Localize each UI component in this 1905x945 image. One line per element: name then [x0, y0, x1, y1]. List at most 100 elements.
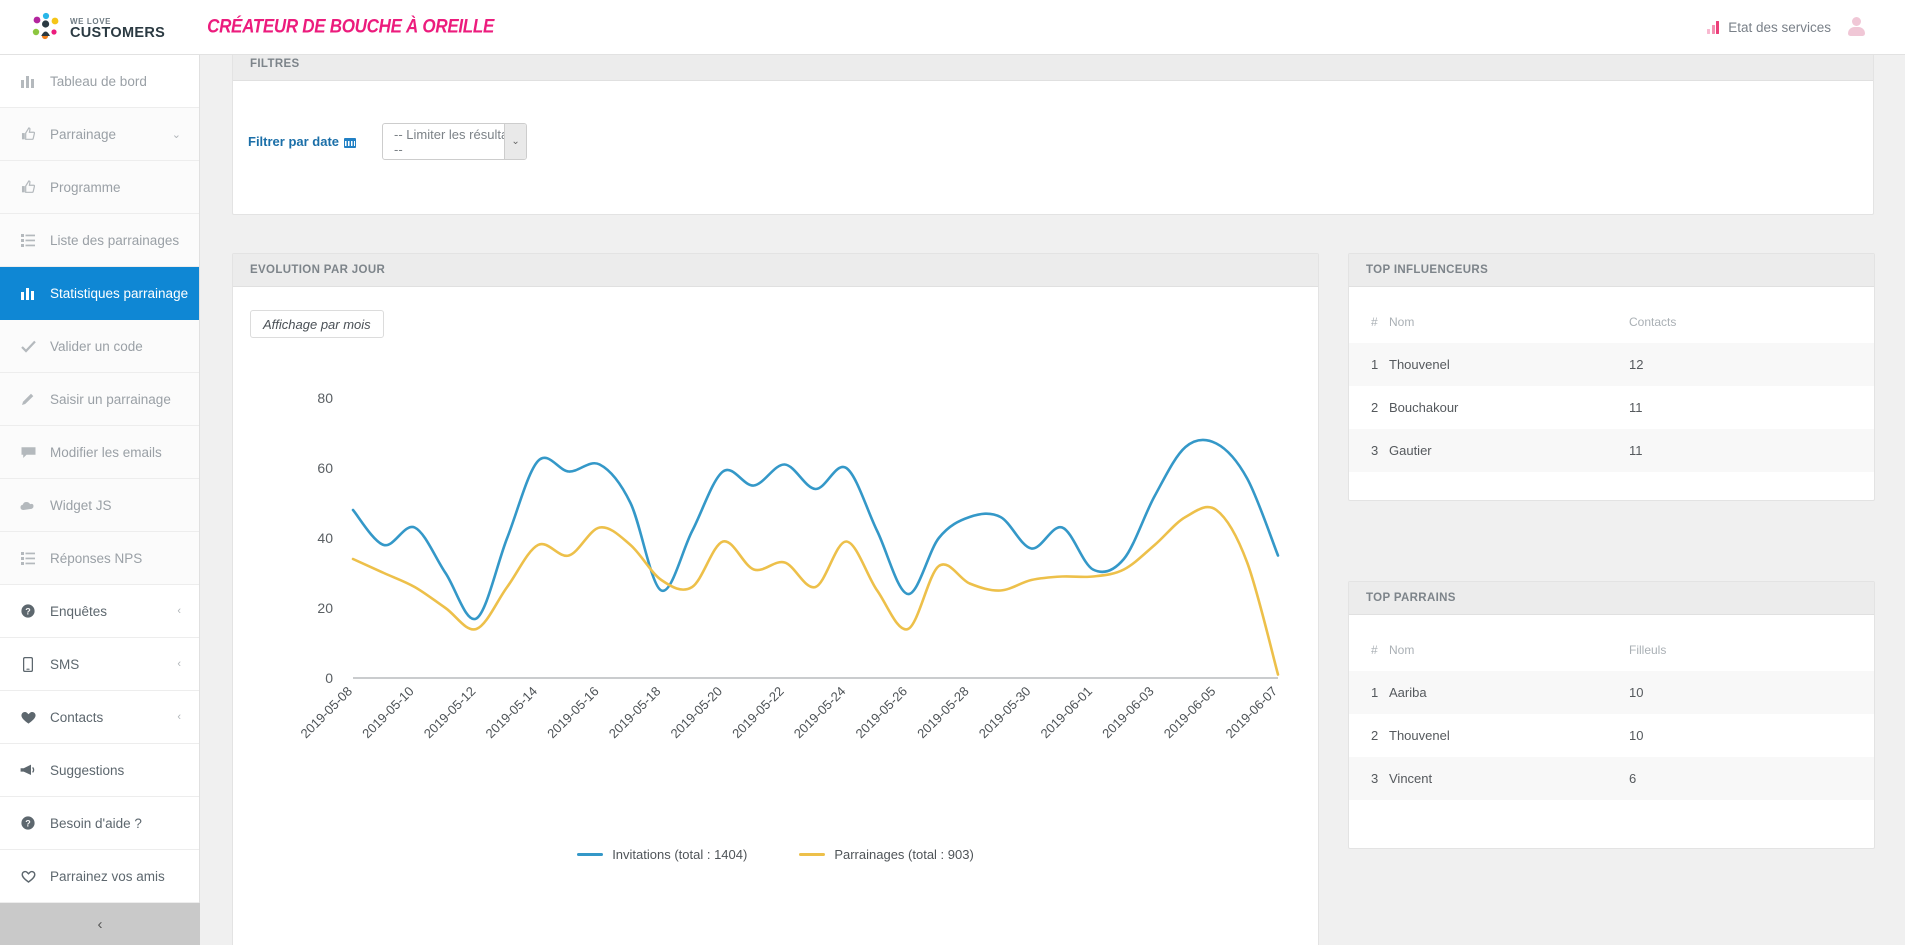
services-status-label: Etat des services [1728, 19, 1831, 35]
list-icon [18, 233, 38, 247]
sidebar-item-programme[interactable]: Programme [0, 161, 199, 214]
filter-date-text: Filtrer par date [248, 134, 340, 149]
filters-panel-title: FILTRES [233, 55, 1873, 81]
svg-text:?: ? [25, 606, 31, 616]
chevron-down-icon[interactable]: ⌄ [504, 124, 527, 159]
sidebar-item-label: Statistiques parrainage [50, 285, 189, 301]
chevron-left-icon[interactable]: ‹ [177, 711, 181, 723]
top-parrains-table: # Nom Filleuls 1 Aariba 10 2 Thouvenel 10 3 Vin… [1349, 633, 1874, 800]
cell-nom: Vincent [1389, 771, 1433, 786]
comment-icon [18, 446, 38, 459]
thumbs-up-icon [18, 180, 38, 194]
cell-value: 10 [1629, 728, 1644, 743]
top-influenceurs-panel: TOP INFLUENCEURS # Nom Contacts 1 Thouven… [1348, 253, 1875, 501]
filters-panel-body: Filtrer par date -- Limiter les résultat… [233, 81, 1873, 160]
sidebar-item-label: Suggestions [50, 762, 125, 778]
toggle-month-view-button[interactable]: Affichage par mois [250, 310, 384, 338]
svg-text:2019-05-08: 2019-05-08 [297, 684, 355, 742]
table-header-row: # Nom Filleuls [1349, 633, 1874, 671]
evolution-chart[interactable]: 0 20 40 60 80 2019-05-08 2019-05-10 2019-05-12 2… [233, 348, 1318, 868]
sidebar-item-parrainage[interactable]: Parrainage ⌄ [0, 108, 199, 161]
sidebar-item-label: Parrainez vos amis [50, 868, 165, 884]
sidebar-item-contacts[interactable]: Contacts ‹ [0, 691, 199, 744]
svg-text:40: 40 [317, 530, 333, 546]
sidebar-item-suggestions[interactable]: Suggestions [0, 744, 199, 797]
top-parrains-title: TOP PARRAINS [1349, 582, 1874, 615]
svg-text:2019-05-22: 2019-05-22 [729, 684, 787, 742]
top-influenceurs-rows: 1 Thouvenel 12 2 Bouchakour 11 3 Gautier 11 [1349, 343, 1874, 472]
heart-icon [18, 711, 38, 724]
table-row[interactable]: 1 Aariba 10 [1349, 671, 1874, 714]
sidebar-item-label: SMS [50, 656, 80, 672]
svg-text:2019-05-20: 2019-05-20 [667, 684, 725, 742]
question-circle-icon: ? [18, 604, 38, 618]
svg-text:2019-05-14: 2019-05-14 [482, 684, 540, 742]
col-name-header: Nom [1389, 643, 1415, 657]
legend-item-invitations[interactable]: Invitations (total : 1404) [577, 847, 747, 862]
brand-logo[interactable]: WE LOVE CUSTOMERS [30, 12, 165, 42]
limit-results-select[interactable]: -- Limiter les résultats -- ⌄ [382, 123, 528, 160]
legend-label-invitations: Invitations (total : 1404) [612, 847, 748, 862]
chevron-left-icon: ‹ [97, 915, 103, 933]
legend-label-parrainages: Parrainages (total : 903) [834, 847, 974, 862]
sidebar-item-label: Programme [50, 179, 121, 195]
col-rank-header: # [1371, 315, 1378, 329]
cell-nom: Aariba [1389, 685, 1427, 700]
sidebar-item-parrainez-vos-amis[interactable]: Parrainez vos amis [0, 850, 199, 903]
svg-text:0: 0 [325, 670, 333, 686]
main-content: FILTRES Filtrer par date -- Limiter les … [200, 55, 1905, 945]
sidebar-item-label: Contacts [50, 709, 104, 725]
user-avatar-icon[interactable] [1845, 16, 1867, 38]
svg-text:2019-06-01: 2019-06-01 [1037, 684, 1095, 742]
sidebar-item-tableau-de-bord[interactable]: Tableau de bord [0, 55, 199, 108]
logo-main-text: CUSTOMERS [70, 25, 166, 42]
sidebar-item-saisir-un-parrainage[interactable]: Saisir un parrainage [0, 373, 199, 426]
heart-outline-icon [18, 870, 38, 883]
svg-text:?: ? [25, 818, 31, 828]
chevron-left-icon[interactable]: ‹ [177, 605, 181, 617]
megaphone-icon [18, 764, 38, 776]
calendar-icon [344, 136, 357, 148]
filter-by-date-label: Filtrer par date [248, 134, 357, 149]
sidebar-item-r-ponses-nps[interactable]: Réponses NPS [0, 532, 199, 585]
cell-rank: 3 [1371, 771, 1379, 786]
table-header-row: # Nom Contacts [1349, 305, 1874, 343]
svg-text:2019-05-30: 2019-05-30 [976, 684, 1034, 742]
sidebar-item-widget-js[interactable]: Widget JS [0, 479, 199, 532]
sidebar-item-label: Besoin d'aide ? [50, 815, 142, 831]
table-row[interactable]: 3 Vincent 6 [1349, 757, 1874, 800]
cell-value: 10 [1629, 685, 1644, 700]
svg-text:2019-05-12: 2019-05-12 [421, 684, 479, 742]
chevron-down-icon[interactable]: ⌄ [172, 128, 181, 141]
sidebar-item-sms[interactable]: SMS ‹ [0, 638, 199, 691]
table-row[interactable]: 2 Bouchakour 11 [1349, 386, 1874, 429]
svg-text:2019-05-24: 2019-05-24 [791, 684, 849, 742]
legend-item-parrainages[interactable]: Parrainages (total : 903) [799, 847, 974, 862]
cell-rank: 1 [1371, 357, 1379, 372]
we-love-customers-logo-icon [30, 12, 64, 42]
table-row[interactable]: 2 Thouvenel 10 [1349, 714, 1874, 757]
chevron-left-icon[interactable]: ‹ [177, 658, 181, 670]
sidebar-item-statistiques-parrainage[interactable]: Statistiques parrainage [0, 267, 199, 320]
mobile-icon [18, 656, 38, 672]
cloud-icon [18, 500, 38, 511]
brand-tagline: CRÉATEUR DE BOUCHE À OREILLE [207, 15, 495, 38]
filters-panel: FILTRES Filtrer par date -- Limiter les … [232, 55, 1874, 215]
svg-text:2019-06-03: 2019-06-03 [1099, 684, 1157, 742]
sidebar-item-liste-des-parrainages[interactable]: Liste des parrainages [0, 214, 199, 267]
table-row[interactable]: 3 Gautier 11 [1349, 429, 1874, 472]
sidebar-item-enqu-tes[interactable]: ? Enquêtes ‹ [0, 585, 199, 638]
svg-text:2019-06-05: 2019-06-05 [1161, 684, 1219, 742]
sidebar-item-besoin-d-aide[interactable]: ? Besoin d'aide ? [0, 797, 199, 850]
sidebar-item-modifier-les-emails[interactable]: Modifier les emails [0, 426, 199, 479]
services-status-link[interactable]: Etat des services [1707, 20, 1831, 35]
sidebar-item-label: Widget JS [50, 497, 112, 513]
cell-rank: 2 [1371, 400, 1379, 415]
sidebar-collapse-button[interactable]: ‹ [0, 903, 200, 945]
svg-text:2019-05-26: 2019-05-26 [852, 684, 910, 742]
table-row[interactable]: 1 Thouvenel 12 [1349, 343, 1874, 386]
col-rank-header: # [1371, 643, 1378, 657]
sidebar-item-valider-un-code[interactable]: Valider un code [0, 320, 199, 373]
col-value-header: Contacts [1629, 315, 1677, 329]
cell-nom: Thouvenel [1389, 357, 1450, 372]
